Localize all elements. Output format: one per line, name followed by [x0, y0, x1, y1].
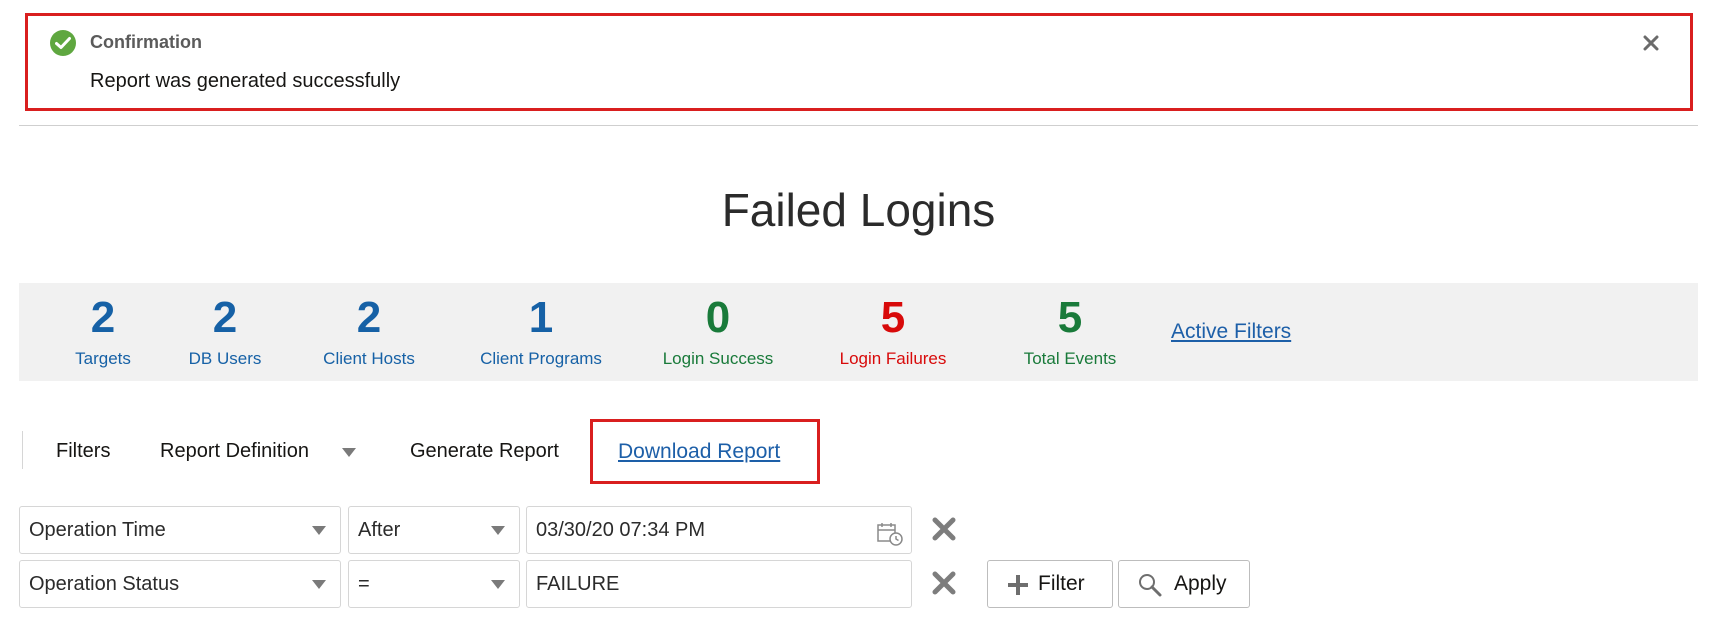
apply-label: Apply — [1174, 572, 1227, 595]
stat-label: Client Programs — [480, 349, 602, 368]
filter-field-select[interactable]: Operation Status — [19, 560, 341, 608]
close-icon[interactable] — [1638, 30, 1664, 56]
filter-date-value: 03/30/20 07:34 PM — [536, 519, 706, 541]
stat-client-programs[interactable]: 1 Client Programs — [464, 293, 618, 369]
chevron-down-icon — [491, 580, 505, 589]
search-icon — [1139, 574, 1162, 597]
stat-db-users[interactable]: 2 DB Users — [169, 293, 281, 369]
confirmation-message: Report was generated successfully — [90, 70, 401, 92]
confirmation-banner: Confirmation Report was generated succes… — [25, 13, 1693, 111]
stat-label: Client Hosts — [323, 349, 415, 368]
stat-client-hosts[interactable]: 2 Client Hosts — [306, 293, 432, 369]
confirmation-title: Confirmation — [90, 32, 202, 52]
stat-value: 2 — [356, 293, 382, 342]
filter-operator-value: = — [358, 573, 370, 595]
remove-filter-icon[interactable] — [930, 515, 958, 543]
download-report-link[interactable]: Download Report — [618, 440, 780, 464]
filter-value-text: FAILURE — [536, 573, 620, 595]
filter-field-select[interactable]: Operation Time — [19, 506, 341, 554]
add-filter-button[interactable]: Filter — [987, 560, 1113, 608]
stat-targets[interactable]: 2 Targets — [51, 293, 155, 369]
remove-filter-icon[interactable] — [930, 569, 958, 597]
stat-label: Targets — [75, 349, 131, 368]
divider — [19, 125, 1698, 126]
filter-field-value: Operation Status — [29, 573, 180, 595]
stat-label: Login Failures — [839, 349, 947, 368]
calendar-clock-icon[interactable] — [876, 518, 904, 564]
stat-value: 0 — [705, 293, 731, 342]
filter-operator-value: After — [358, 519, 401, 541]
check-circle-icon — [50, 30, 76, 56]
filter-field-value: Operation Time — [29, 519, 166, 541]
filter-date-input[interactable]: 03/30/20 07:34 PM — [526, 506, 912, 554]
stat-value: 5 — [1057, 293, 1083, 342]
filter-operator-select[interactable]: = — [348, 560, 520, 608]
filters-tab[interactable]: Filters — [56, 440, 110, 463]
stat-value: 2 — [90, 293, 116, 342]
summary-band: 2 Targets 2 DB Users 2 Client Hosts 1 Cl… — [19, 283, 1698, 381]
stat-label: Login Success — [662, 349, 774, 368]
stat-value: 5 — [880, 293, 906, 342]
add-filter-label: Filter — [1038, 572, 1085, 595]
stat-login-failures[interactable]: 5 Login Failures — [825, 293, 961, 369]
stat-value: 2 — [212, 293, 238, 342]
stat-label: DB Users — [188, 349, 262, 368]
generate-report-button[interactable]: Generate Report — [410, 440, 559, 463]
apply-button[interactable]: Apply — [1118, 560, 1250, 608]
report-definition-menu[interactable]: Report Definition — [160, 440, 309, 463]
toolbar-separator — [22, 431, 23, 469]
page-title: Failed Logins — [721, 184, 996, 236]
chevron-down-icon — [312, 526, 326, 535]
chevron-down-icon — [491, 526, 505, 535]
filter-operator-select[interactable]: After — [348, 506, 520, 554]
stat-login-success[interactable]: 0 Login Success — [648, 293, 788, 369]
filter-value-input[interactable]: FAILURE — [526, 560, 912, 608]
plus-icon — [1008, 575, 1028, 595]
chevron-down-icon — [312, 580, 326, 589]
stat-value: 1 — [528, 293, 554, 342]
stat-label: Total Events — [1023, 349, 1117, 368]
chevron-down-icon[interactable] — [342, 448, 356, 457]
active-filters-link[interactable]: Active Filters — [1171, 320, 1291, 344]
stat-total-events[interactable]: 5 Total Events — [1006, 293, 1134, 369]
